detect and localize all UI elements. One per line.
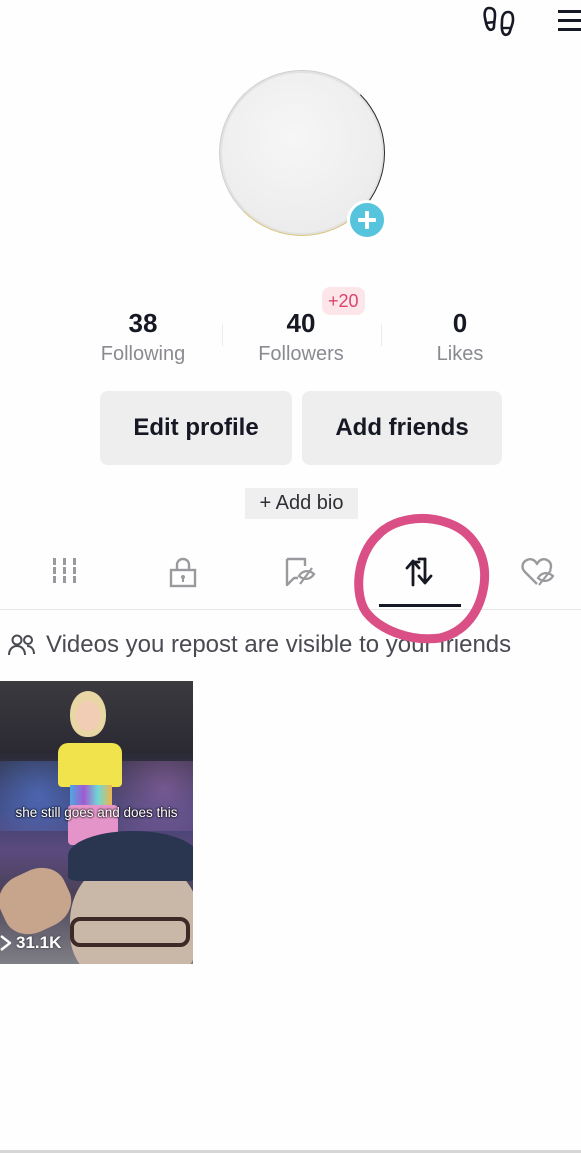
likes-count: 0 bbox=[452, 308, 468, 338]
add-bio-button[interactable]: + Add bio bbox=[245, 488, 358, 519]
following-count: 38 bbox=[128, 308, 158, 338]
video-view-count: 31.1K bbox=[0, 933, 61, 953]
followers-count: 40 bbox=[286, 308, 316, 338]
video-caption: she still goes and does this bbox=[15, 805, 178, 820]
active-tab-indicator bbox=[379, 604, 461, 607]
reposted-video-thumbnail[interactable]: she still goes and does this 31.1K bbox=[0, 681, 193, 964]
notice-text: Videos you repost are visible to your fr… bbox=[46, 631, 512, 658]
bookmark-hidden-icon bbox=[285, 557, 316, 587]
thumbnail-man-cap bbox=[68, 831, 193, 881]
tab-favorites[interactable] bbox=[260, 540, 340, 610]
plus-icon bbox=[358, 211, 376, 229]
friends-icon bbox=[8, 634, 35, 656]
stat-following[interactable]: 38 Following bbox=[63, 306, 223, 368]
profile-tabs bbox=[0, 540, 581, 610]
edit-profile-button[interactable]: Edit profile bbox=[100, 391, 292, 465]
thumbnail-singer-face bbox=[76, 701, 100, 731]
repost-visibility-notice: Videos you repost are visible to your fr… bbox=[8, 631, 511, 659]
add-avatar-button[interactable] bbox=[347, 200, 387, 240]
tab-liked[interactable] bbox=[498, 540, 578, 610]
footprint-icon[interactable] bbox=[482, 4, 518, 38]
heart-hidden-icon bbox=[521, 558, 555, 586]
stat-likes[interactable]: 0 Likes bbox=[380, 306, 540, 368]
repost-icon bbox=[405, 557, 433, 587]
followers-label: Followers bbox=[258, 343, 344, 365]
likes-label: Likes bbox=[436, 343, 484, 365]
tab-private[interactable] bbox=[143, 540, 223, 610]
thumbnail-singer-shirt bbox=[58, 743, 122, 787]
play-icon bbox=[0, 935, 12, 951]
following-label: Following bbox=[100, 343, 186, 365]
tabs-divider bbox=[0, 609, 581, 610]
tab-videos[interactable] bbox=[25, 540, 105, 610]
views-value: 31.1K bbox=[16, 933, 62, 952]
thumbnail-man-glasses bbox=[70, 917, 190, 947]
profile-avatar-container[interactable] bbox=[219, 70, 387, 240]
grid-icon bbox=[53, 558, 76, 583]
add-friends-button[interactable]: Add friends bbox=[302, 391, 502, 465]
tab-reposts[interactable] bbox=[379, 540, 459, 610]
menu-icon[interactable] bbox=[556, 6, 581, 34]
stat-followers[interactable]: 40 Followers bbox=[221, 306, 381, 368]
profile-stats: 38 Following 40 Followers 0 Likes bbox=[0, 306, 581, 376]
lock-icon bbox=[169, 557, 197, 588]
